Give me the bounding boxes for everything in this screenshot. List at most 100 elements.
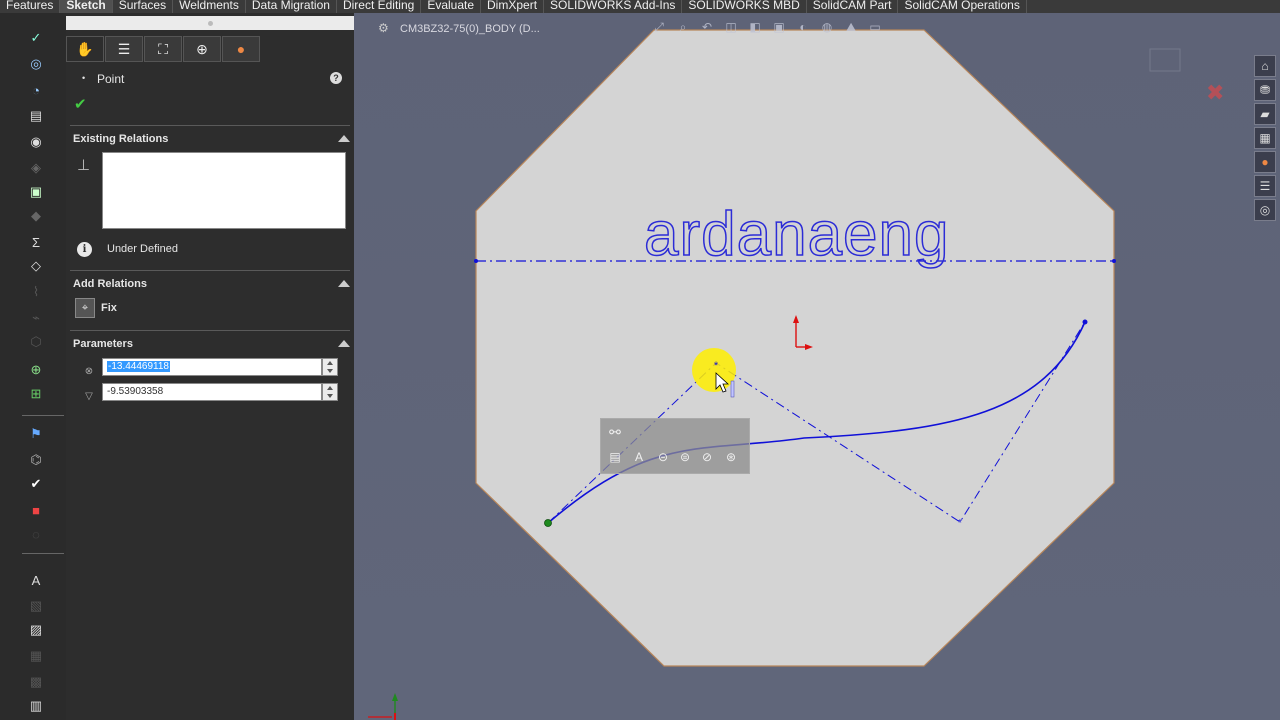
scale-tool-icon[interactable]: ▨ [27,621,45,639]
check-tool-icon[interactable]: ✔ [27,475,45,493]
breadcrumb[interactable]: CM3BZ32-75(0)_BODY (D... [400,23,540,35]
zoom-area-icon[interactable]: ⌕ [674,20,692,36]
pattern-tool-icon[interactable]: ⚑ [27,425,45,443]
apply-scene-icon[interactable]: ⛰ [842,20,860,36]
fix-relation-icon[interactable]: ⌖ [75,298,95,318]
curve-tool-icon[interactable]: ⌬ [27,451,45,469]
property-manager: ✋ ☰ ⛶ ⊕ ● • Point ? ✔ Existing Relations… [66,13,362,720]
configuration-manager-tab[interactable]: ⛶ [144,36,182,62]
sum-tool-icon[interactable]: Σ [27,233,45,251]
left-toolbar: ✓ ◎ ◔ ▤ ◉ ◈ ▣ ◆ Σ ◇ ⌇ ⌁ ⬡ ⊕ ⊞ ⚑ ⌬ ✔ ■ ◌ … [0,13,66,720]
graphics-area[interactable]: * * ✖ ⚙ CM3BZ32-75(0)_BODY (D... ⤢ ⌕ ↶ ◫… [354,13,1280,720]
point-cursor-badge [730,380,735,398]
tangent-icon[interactable]: ⊜ [677,449,693,465]
tab-sketch[interactable]: Sketch [60,0,113,13]
y-coordinate-icon: ▽ [85,391,93,402]
triad-y-arrow [392,693,398,701]
arc-tool-icon[interactable]: ◔ [27,81,45,99]
x-coordinate-input[interactable]: -13.44469118 [102,358,322,376]
design-library-icon[interactable]: ⛃ [1254,79,1276,101]
help-icon[interactable]: ? [330,72,342,84]
display-style-icon[interactable]: ▣ [770,20,788,36]
repair-tool-icon[interactable]: ◌ [27,525,45,543]
y-coordinate-spinner[interactable] [322,383,338,401]
centerline-endpoint[interactable] [1112,259,1116,263]
collapse-existing-relations-icon[interactable] [338,135,350,143]
text-relation-icon[interactable]: A [631,449,647,465]
property-manager-tab[interactable]: ☰ [105,36,143,62]
tab-surfaces[interactable]: Surfaces [113,0,174,13]
tab-direct-editing[interactable]: Direct Editing [337,0,422,13]
block-tool-icon[interactable]: ▧ [27,597,45,615]
polygon-tool-icon[interactable]: ◈ [27,159,45,177]
exit-sketch-icon[interactable]: ✖ [1206,80,1224,105]
smart-dimension-icon[interactable]: ✓ [27,29,45,47]
collapse-parameters-icon[interactable] [338,340,350,348]
color-wheel-icon: ● [236,41,246,57]
view-palette-icon[interactable]: ▦ [1254,127,1276,149]
file-explorer-icon[interactable]: ▰ [1254,103,1276,125]
extend-tool-icon[interactable]: ⌁ [27,309,45,327]
grid-tool-icon[interactable]: ⊞ [27,385,45,403]
ok-check-icon[interactable]: ✔ [74,95,87,113]
centerline-endpoint[interactable] [474,259,478,263]
tab-data-migration[interactable]: Data Migration [246,0,337,13]
mirror-tool-icon[interactable]: ⬡ [27,333,45,351]
control-point-marker[interactable]: * [958,518,962,529]
curvature-icon[interactable]: ⊘ [699,449,715,465]
fillet-tool-icon[interactable]: ◆ [27,207,45,225]
solidworks-forum-icon[interactable]: ◎ [1254,199,1276,221]
rectangle-tool-icon[interactable]: ◉ [27,133,45,151]
add-relation-tool-icon[interactable]: ⊕ [27,361,45,379]
panel-splitter[interactable] [66,16,354,30]
existing-relations-list[interactable] [102,152,346,229]
trim-tool-icon[interactable]: ⌇ [27,283,45,301]
section-view-icon[interactable]: ◫ [722,20,740,36]
tab-solidworks-add-ins[interactable]: SOLIDWORKS Add-Ins [544,0,683,13]
cube-tool-icon[interactable]: ▣ [27,183,45,201]
coincident-icon[interactable]: ⊝ [655,449,671,465]
tab-solidworks-mbd[interactable]: SOLIDWORKS MBD [682,0,807,13]
body-face[interactable] [475,29,1115,667]
tab-weldments[interactable]: Weldments [173,0,246,13]
feature-manager-tab[interactable]: ✋ [66,36,104,62]
symmetric-icon[interactable]: ⊛ [723,449,739,465]
rotate-tool-icon[interactable]: ▩ [27,673,45,691]
sketch-canvas[interactable]: * * ✖ [354,13,1280,720]
tab-dimxpert[interactable]: DimXpert [481,0,545,13]
spline-end-point[interactable] [1082,319,1088,325]
edit-appearance-icon[interactable]: ◍ [818,20,836,36]
custom-properties-icon[interactable]: ☰ [1254,175,1276,197]
move-tool-icon[interactable]: ▦ [27,647,45,665]
display-manager-tab[interactable]: ● [222,36,260,62]
selected-control-point[interactable]: * [714,360,719,372]
offset-tool-icon[interactable]: ◇ [27,257,45,275]
tab-solidcam-part[interactable]: SolidCAM Part [807,0,899,13]
dimxpert-manager-tab[interactable]: ⊕ [183,36,221,62]
fully-define-icon[interactable]: ▤ [607,449,623,465]
tab-solidcam-operations[interactable]: SolidCAM Operations [898,0,1027,13]
spline-start-point[interactable] [544,519,552,527]
zoom-fit-icon[interactable]: ⤢ [650,20,668,36]
previous-view-icon[interactable]: ↶ [698,20,716,36]
copy-tool-icon[interactable]: ▥ [27,697,45,715]
tab-features[interactable]: Features [0,0,61,13]
spline-tool-icon[interactable]: ▤ [27,107,45,125]
relation-icon[interactable]: ⚯ [607,424,623,440]
view-settings-icon[interactable]: ▭ [866,20,884,36]
circle-tool-icon[interactable]: ◎ [27,55,45,73]
view-orientation-icon[interactable]: ◧ [746,20,764,36]
tab-evaluate[interactable]: Evaluate [421,0,482,13]
add-relations-header: Add Relations [73,278,147,290]
collapse-add-relations-icon[interactable] [338,280,350,288]
fix-relation-label[interactable]: Fix [101,302,117,314]
solidworks-window: Features Sketch Surfaces Weldments Data … [0,0,1280,720]
text-tool-icon[interactable]: A [27,571,45,589]
home-icon[interactable]: ⌂ [1254,55,1276,77]
x-coordinate-spinner[interactable] [322,358,338,376]
y-coordinate-input[interactable]: -9.53903358 [102,383,322,401]
hide-show-icon[interactable]: ◐ [794,20,812,36]
appearances-icon[interactable]: ● [1254,151,1276,173]
toolbar-separator [22,415,64,416]
rebuild-tool-icon[interactable]: ■ [27,501,45,519]
